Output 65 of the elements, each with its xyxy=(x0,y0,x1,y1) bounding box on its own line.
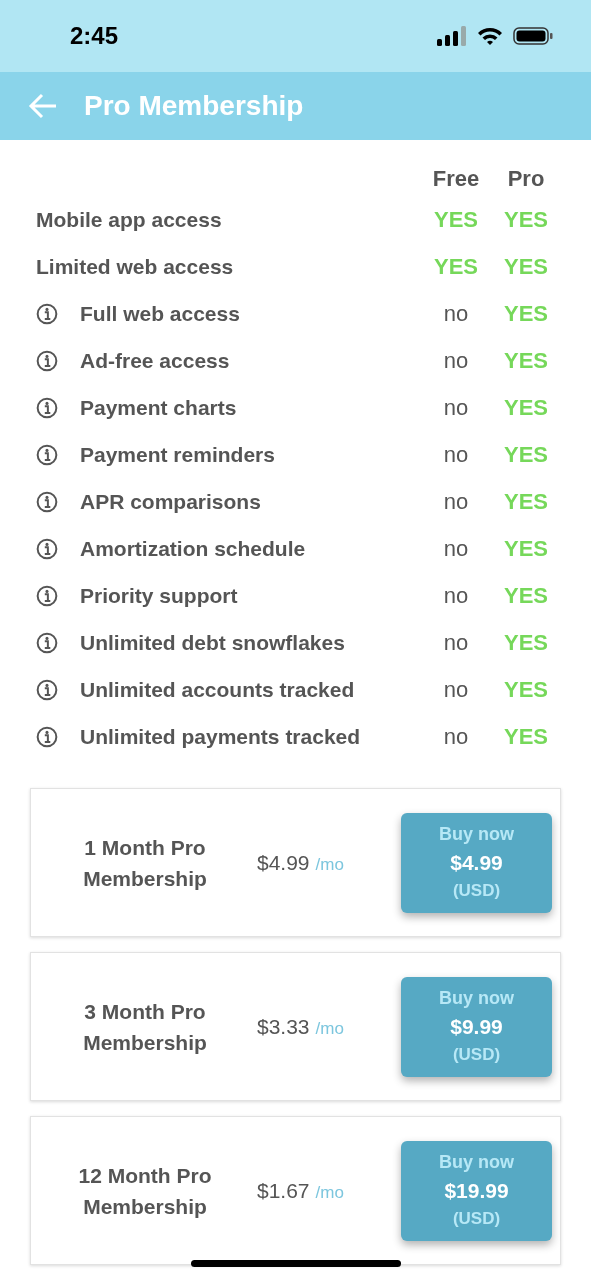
feature-name: Full web access xyxy=(80,301,241,326)
availability-value: YES xyxy=(503,253,549,280)
price-unit: /mo xyxy=(315,1018,344,1039)
availability-value: YES xyxy=(503,206,549,233)
monthly-price: $1.67 xyxy=(257,1178,310,1203)
feature-name: Amortization schedule xyxy=(80,536,307,561)
availability-value: no xyxy=(442,394,470,421)
availability-value: YES xyxy=(503,723,549,750)
feature-name: Payment reminders xyxy=(80,442,276,467)
info-icon[interactable] xyxy=(36,349,58,372)
availability-value: no xyxy=(442,535,470,562)
availability-value: YES xyxy=(503,441,549,468)
plan-name: 12 Month Pro Membership xyxy=(77,1162,213,1220)
buy-now-button[interactable]: Buy now $4.99 (USD) xyxy=(401,812,552,913)
feature-name: APR comparisons xyxy=(80,489,262,514)
info-icon[interactable] xyxy=(36,584,58,607)
plan-name: 1 Month Pro Membership xyxy=(82,834,208,892)
battery-icon xyxy=(513,26,553,46)
availability-value: YES xyxy=(503,300,549,327)
feature-name: Limited web access xyxy=(36,254,235,279)
info-icon[interactable] xyxy=(36,443,58,466)
availability-value: no xyxy=(442,723,470,750)
info-icon[interactable] xyxy=(36,396,58,419)
availability-value: YES xyxy=(503,676,549,703)
availability-value: YES xyxy=(503,394,549,421)
buy-now-button[interactable]: Buy now $19.99 (USD) xyxy=(401,1140,552,1241)
availability-value: no xyxy=(442,347,470,374)
availability-value: YES xyxy=(503,488,549,515)
feature-name: Unlimited debt snowflakes xyxy=(80,630,346,655)
info-icon[interactable] xyxy=(36,490,58,513)
feature-name: Unlimited accounts tracked xyxy=(80,677,356,702)
column-header: Pro xyxy=(506,166,546,192)
availability-value: YES xyxy=(503,629,549,656)
price-unit: /mo xyxy=(315,1182,344,1203)
availability-value: no xyxy=(442,300,470,327)
availability-value: YES xyxy=(503,582,549,609)
buy-now-button[interactable]: Buy now $9.99 (USD) xyxy=(401,976,552,1077)
availability-value: YES xyxy=(503,535,549,562)
price-unit: /mo xyxy=(315,854,344,875)
availability-value: no xyxy=(442,488,470,515)
availability-value: YES xyxy=(503,347,549,374)
column-header: Free xyxy=(431,166,481,192)
availability-value: no xyxy=(442,629,470,656)
info-icon[interactable] xyxy=(36,631,58,654)
availability-value: no xyxy=(442,582,470,609)
info-icon[interactable] xyxy=(36,537,58,560)
feature-name: Priority support xyxy=(80,583,239,608)
monthly-price: $3.33 xyxy=(257,1014,310,1039)
monthly-price: $4.99 xyxy=(257,850,310,875)
clock-time: 2:45 xyxy=(70,22,119,50)
feature-name: Unlimited payments tracked xyxy=(80,724,362,749)
availability-value: YES xyxy=(433,206,479,233)
availability-value: no xyxy=(442,676,470,703)
wifi-icon xyxy=(477,26,503,46)
feature-name: Payment charts xyxy=(80,395,238,420)
feature-name: Mobile app access xyxy=(36,207,223,232)
screen-title: Pro Membership xyxy=(84,90,304,122)
info-icon[interactable] xyxy=(36,678,58,701)
availability-value: no xyxy=(442,441,470,468)
feature-name: Ad-free access xyxy=(80,348,231,373)
info-icon[interactable] xyxy=(36,725,58,748)
plan-name: 3 Month Pro Membership xyxy=(82,998,208,1056)
availability-value: YES xyxy=(433,253,479,280)
info-icon[interactable] xyxy=(36,302,58,325)
signal-icon xyxy=(437,26,467,46)
